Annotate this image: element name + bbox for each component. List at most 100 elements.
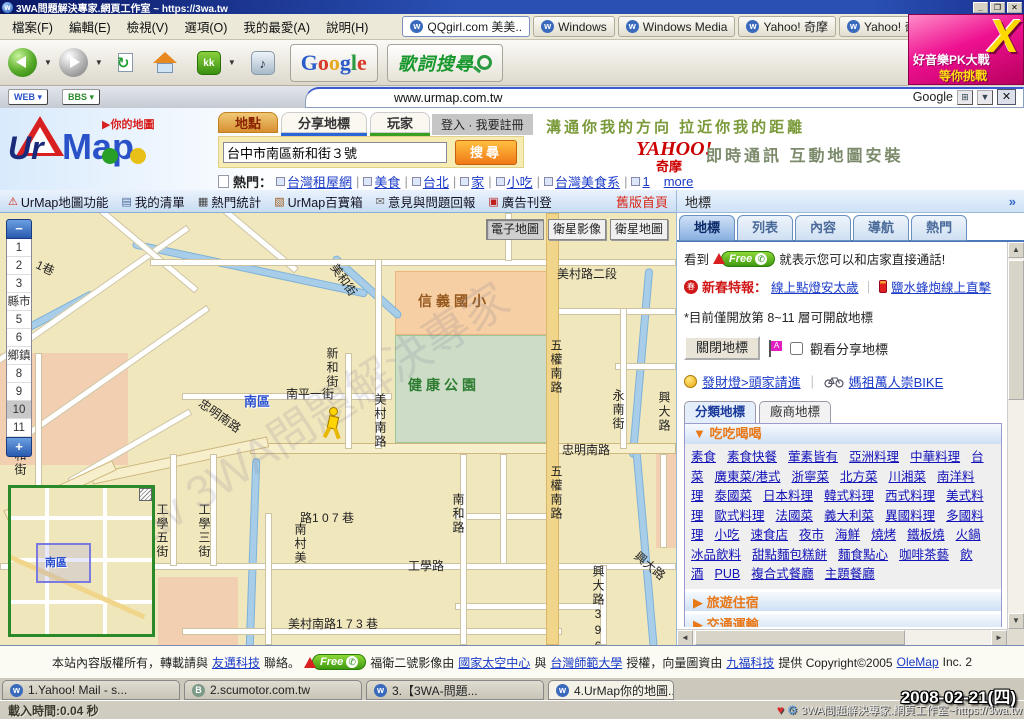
- food-link[interactable]: 歐式料理: [715, 509, 765, 523]
- food-link[interactable]: 義大利菜: [824, 509, 874, 523]
- ntnu-link[interactable]: 台灣師範大學: [550, 654, 622, 671]
- minimap-resize-icon[interactable]: [139, 488, 152, 501]
- lyrics-search-button[interactable]: 歌詞搜尋: [387, 44, 503, 82]
- sidebar-tab[interactable]: 導航: [853, 215, 909, 241]
- view-satellite-button[interactable]: 衛星影像: [548, 219, 606, 240]
- zoom-level[interactable]: 9: [7, 383, 31, 401]
- sidebar-tab[interactable]: 內容: [795, 215, 851, 241]
- food-link[interactable]: 異國料理: [885, 509, 935, 523]
- food-link[interactable]: 日本料理: [763, 489, 813, 503]
- lantern-link[interactable]: 線上點燈安太歲: [771, 277, 859, 296]
- food-link[interactable]: 複合式餐廳: [751, 567, 814, 581]
- food-link[interactable]: 速食店: [751, 528, 789, 542]
- food-link[interactable]: 中華料理: [910, 450, 960, 464]
- nav-item[interactable]: ▣廣告刊登: [488, 192, 551, 211]
- food-link[interactable]: 素食: [691, 450, 716, 464]
- zoom-level[interactable]: 10: [7, 401, 31, 419]
- food-link[interactable]: 韓式料理: [824, 489, 874, 503]
- menu-item[interactable]: 我的最愛(A): [235, 15, 318, 38]
- nav-item[interactable]: ✉意見與問題回報: [376, 192, 476, 211]
- quick-tab[interactable]: wYahoo! 奇摩: [738, 16, 835, 37]
- food-link[interactable]: 夜市: [799, 528, 824, 542]
- zoom-level[interactable]: 縣市: [7, 293, 31, 311]
- location-marker-icon[interactable]: [322, 407, 344, 439]
- food-link[interactable]: 法國菜: [776, 509, 814, 523]
- horizontal-scroll-thumb[interactable]: [695, 630, 905, 645]
- sidebar-tab[interactable]: 熱門: [911, 215, 967, 241]
- food-link[interactable]: 主題餐廳: [825, 567, 875, 581]
- zoom-in-button[interactable]: +: [6, 437, 32, 457]
- sidebar-tab[interactable]: 地標: [679, 215, 735, 241]
- horizontal-scrollbar[interactable]: ◄ ►: [677, 629, 1007, 645]
- sidebar-tab[interactable]: 列表: [737, 215, 793, 241]
- zoom-level[interactable]: 鄉鎮: [7, 347, 31, 365]
- browser-tab[interactable]: w3.【3WA-問題...: [366, 680, 544, 700]
- map-canvas[interactable]: 美村路二段 五權南路 五權南路 忠明南路 忠明南路 工學路 南和路 美村南路 美…: [0, 213, 676, 645]
- olemap-link[interactable]: OleMap: [897, 655, 939, 669]
- hot-link[interactable]: 家: [460, 172, 484, 190]
- google-search-button[interactable]: Google: [290, 44, 378, 82]
- media-box-button[interactable]: ♪: [251, 44, 275, 82]
- vertical-scrollbar[interactable]: ▲ ▼: [1007, 242, 1024, 629]
- food-link[interactable]: 亞洲料理: [849, 450, 899, 464]
- quick-tab[interactable]: wWindows: [533, 16, 615, 37]
- forward-dropdown[interactable]: ▼: [93, 58, 105, 67]
- food-link[interactable]: 鐵板燒: [907, 528, 945, 542]
- food-link[interactable]: 西式料理: [885, 489, 935, 503]
- zoom-level[interactable]: 6: [7, 329, 31, 347]
- overview-minimap[interactable]: 南區: [8, 485, 155, 637]
- food-link[interactable]: 川湘菜: [889, 470, 927, 484]
- back-button[interactable]: [8, 44, 37, 82]
- web-mode-button[interactable]: WEB ▾: [8, 89, 48, 105]
- browser-tab[interactable]: B2.scumotor.com.tw: [184, 680, 362, 700]
- urmap-logo[interactable]: Ur Map ▶你的地圖: [6, 114, 216, 184]
- scroll-right-icon[interactable]: ►: [991, 630, 1007, 646]
- beehive-fireworks-link[interactable]: 鹽水蜂炮線上直擊: [891, 277, 991, 296]
- jiufu-link[interactable]: 九福科技: [726, 654, 774, 671]
- urmap-tab[interactable]: 分享地標: [281, 112, 367, 133]
- expand-panel-icon[interactable]: »: [1009, 194, 1016, 209]
- food-link[interactable]: 廣東菜/港式: [715, 470, 781, 484]
- hot-link[interactable]: 美食: [363, 172, 400, 190]
- food-link[interactable]: PUB: [715, 567, 741, 581]
- food-link[interactable]: 葷素皆有: [788, 450, 838, 464]
- kkman-menu-button[interactable]: kk: [197, 44, 221, 82]
- food-link[interactable]: 火鍋: [956, 528, 981, 542]
- back-dropdown[interactable]: ▼: [42, 58, 54, 67]
- add-page-icon[interactable]: ⊞: [957, 90, 973, 105]
- url-text[interactable]: www.urmap.com.tw: [394, 91, 502, 105]
- urmap-tab[interactable]: 地點: [218, 112, 278, 133]
- quick-tab[interactable]: wWindows Media: [618, 16, 736, 37]
- food-link[interactable]: 海鮮: [835, 528, 860, 542]
- section-header[interactable]: ▶ 旅遊住宿: [685, 589, 1001, 611]
- food-link[interactable]: 燒烤: [871, 528, 896, 542]
- urmap-tab[interactable]: 玩家: [370, 112, 430, 133]
- category-tab[interactable]: 分類地標: [684, 401, 756, 423]
- nav-item[interactable]: ⚠UrMap地圖功能: [8, 192, 108, 211]
- food-link[interactable]: 素食快餐: [727, 450, 777, 464]
- dropdown-icon[interactable]: ▼: [977, 90, 993, 105]
- zoom-out-button[interactable]: −: [6, 219, 32, 239]
- restore-button[interactable]: ❐: [990, 2, 1005, 13]
- login-register-link[interactable]: 登入 · 我要註冊: [432, 114, 533, 135]
- yahoo-ad[interactable]: 溝通你我的方向 拉近你我的距離 YAHOO! 奇摩 即時通訊 互動地圖安裝: [540, 108, 1024, 190]
- scroll-down-icon[interactable]: ▼: [1008, 613, 1024, 629]
- food-link[interactable]: 麵食點心: [838, 548, 888, 562]
- food-link[interactable]: 咖啡茶藝: [899, 548, 949, 562]
- scroll-up-icon[interactable]: ▲: [1008, 242, 1024, 258]
- menu-item[interactable]: 檢視(V): [119, 15, 177, 38]
- zoom-level[interactable]: 1: [7, 239, 31, 257]
- search-button[interactable]: 搜尋: [455, 140, 517, 165]
- scroll-left-icon[interactable]: ◄: [677, 630, 693, 646]
- share-landmark-checkbox[interactable]: [790, 342, 803, 355]
- menu-item[interactable]: 檔案(F): [4, 15, 61, 38]
- old-home-link[interactable]: 舊版首頁: [616, 192, 668, 211]
- close-landmark-button[interactable]: 關閉地標: [684, 336, 760, 360]
- browser-tab[interactable]: w1.Yahoo! Mail - s...: [2, 680, 180, 700]
- food-link[interactable]: 甜點麵包糕餅: [752, 548, 827, 562]
- food-link[interactable]: 泰國菜: [715, 489, 753, 503]
- food-link[interactable]: 小吃: [715, 528, 740, 542]
- nav-item[interactable]: ▦熱門統計: [198, 192, 261, 211]
- hot-link[interactable]: 台北: [412, 172, 449, 190]
- browser-tab[interactable]: w4.UrMap你的地圖..: [548, 680, 674, 700]
